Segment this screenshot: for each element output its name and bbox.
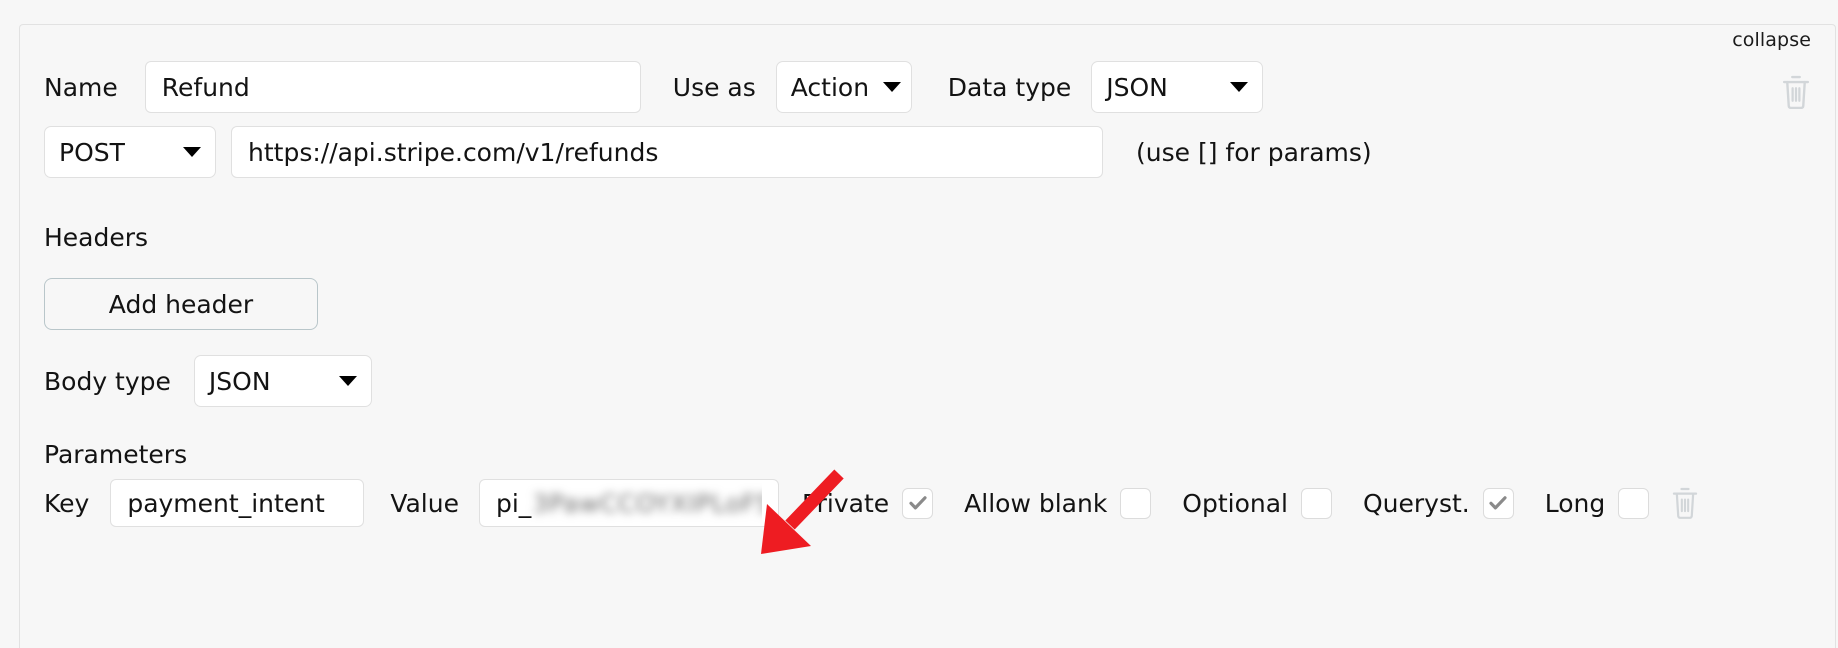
key-label: Key — [44, 488, 90, 518]
http-method-value: POST — [59, 137, 125, 167]
screen-root: collapse Name Use as Action Data type JS… — [0, 0, 1838, 648]
data-type-select[interactable]: JSON — [1091, 61, 1264, 113]
delete-parameter-button[interactable] — [1671, 487, 1699, 519]
allow-blank-label: Allow blank — [964, 488, 1108, 518]
querystring-checkbox-group: Queryst. — [1363, 487, 1514, 519]
url-row: POST (use [] for params) — [44, 126, 1372, 178]
long-checkbox[interactable] — [1618, 487, 1650, 519]
private-label: Private — [801, 488, 890, 518]
params-hint: (use [] for params) — [1136, 137, 1372, 167]
chevron-down-icon — [1230, 82, 1249, 92]
use-as-value: Action — [790, 72, 870, 102]
use-as-label: Use as — [672, 72, 756, 102]
allow-blank-checkbox[interactable] — [1120, 487, 1152, 519]
add-header-button[interactable]: Add header — [44, 278, 318, 330]
long-checkbox-group: Long — [1544, 487, 1650, 519]
allow-blank-checkbox-group: Allow blank — [964, 487, 1152, 519]
chevron-down-icon — [183, 147, 201, 157]
value-input[interactable]: pi_ 3PawCCOYXIPLoFSLdh — [478, 479, 779, 527]
http-method-select[interactable]: POST — [44, 126, 216, 178]
headers-section-title: Headers — [44, 223, 149, 252]
optional-label: Optional — [1182, 488, 1288, 518]
querystring-checkbox[interactable] — [1482, 487, 1514, 519]
querystring-label: Queryst. — [1363, 488, 1470, 518]
check-icon — [1489, 496, 1507, 510]
data-type-value: JSON — [1106, 72, 1168, 102]
value-prefix: pi_ — [495, 488, 532, 518]
chevron-down-icon — [338, 376, 357, 386]
use-as-select[interactable]: Action — [775, 61, 912, 113]
optional-checkbox-group: Optional — [1182, 487, 1332, 519]
trash-icon[interactable] — [1671, 487, 1699, 519]
body-type-label: Body type — [44, 366, 171, 396]
url-input[interactable] — [231, 126, 1103, 178]
parameters-section-title: Parameters — [44, 440, 188, 469]
value-label: Value — [390, 488, 459, 518]
name-row: Name Use as Action Data type JSON — [44, 61, 1264, 113]
body-type-select[interactable]: JSON — [193, 355, 372, 407]
data-type-label: Data type — [947, 72, 1072, 102]
name-input[interactable] — [144, 61, 641, 113]
request-config-card: collapse Name Use as Action Data type JS… — [19, 24, 1836, 648]
chevron-down-icon — [883, 82, 902, 92]
body-type-value: JSON — [208, 366, 271, 396]
body-type-row: Body type JSON — [44, 355, 372, 407]
private-checkbox[interactable] — [902, 487, 934, 519]
trash-icon[interactable] — [1781, 75, 1811, 109]
delete-request-button[interactable] — [1781, 75, 1811, 109]
key-input[interactable] — [110, 479, 365, 527]
value-redacted-text: 3PawCCOYXIPLoFSLdh — [532, 488, 762, 518]
private-checkbox-group: Private — [801, 487, 934, 519]
collapse-link[interactable]: collapse — [1732, 29, 1811, 51]
parameter-row: Key Value pi_ 3PawCCOYXIPLoFSLdh Private — [44, 479, 1699, 527]
name-label: Name — [44, 72, 118, 102]
check-icon — [909, 496, 927, 510]
long-label: Long — [1544, 488, 1606, 518]
optional-checkbox[interactable] — [1301, 487, 1332, 519]
value-input-content: pi_ 3PawCCOYXIPLoFSLdh — [496, 480, 762, 526]
